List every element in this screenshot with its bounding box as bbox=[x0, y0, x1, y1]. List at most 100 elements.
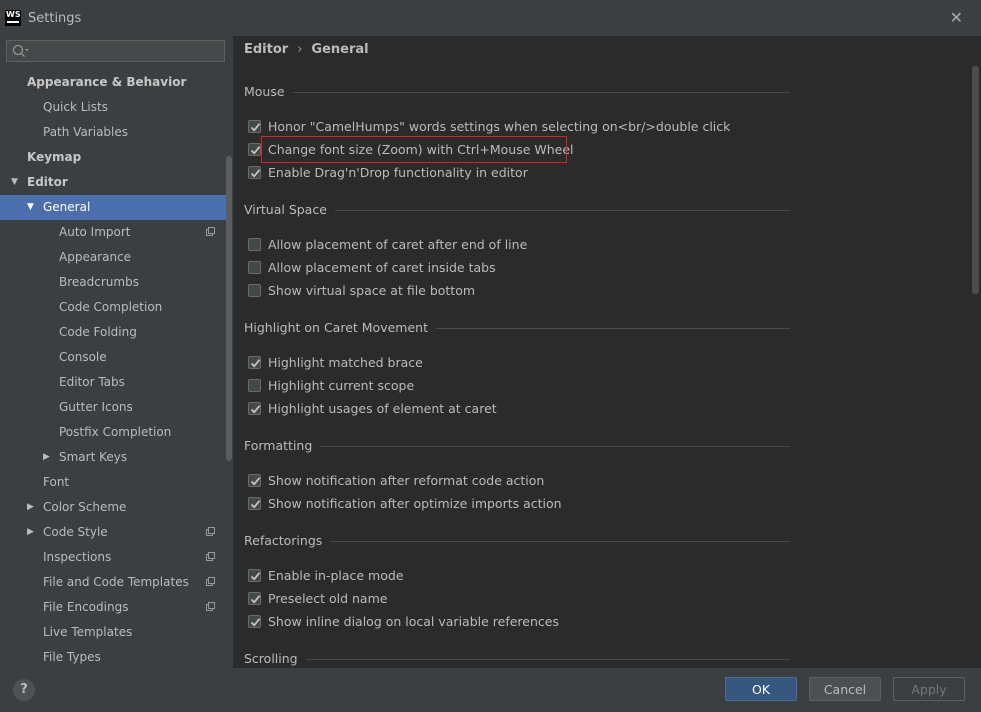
tree-item-appearance-behavior[interactable]: Appearance & Behavior bbox=[0, 70, 225, 95]
tree-item-code-style[interactable]: ▶ Code Style bbox=[0, 520, 225, 545]
section-divider bbox=[330, 541, 790, 542]
checked-checkbox[interactable] bbox=[248, 497, 261, 510]
tree-item-label: Editor Tabs bbox=[59, 375, 125, 389]
tree-item-label: Editor bbox=[27, 175, 68, 189]
option-row[interactable]: Show inline dialog on local variable ref… bbox=[248, 613, 559, 631]
tree-item-console[interactable]: Console bbox=[0, 345, 225, 370]
tree-item-path-variables[interactable]: Path Variables bbox=[0, 120, 225, 145]
tree-item-label: File Types bbox=[43, 650, 101, 664]
section-title: Refactorings bbox=[244, 533, 323, 548]
tree-item-label: Inspections bbox=[43, 550, 112, 564]
search-input[interactable] bbox=[6, 40, 225, 62]
tree-item-label: General bbox=[43, 200, 91, 214]
section-title: Scrolling bbox=[244, 651, 298, 666]
tree-item-auto-import[interactable]: Auto Import bbox=[0, 220, 225, 245]
tree-item-breadcrumbs[interactable]: Breadcrumbs bbox=[0, 270, 225, 295]
apply-button[interactable]: Apply bbox=[893, 677, 965, 701]
tree-item-label: File and Code Templates bbox=[43, 575, 189, 589]
tree-item-label: Keymap bbox=[27, 150, 82, 164]
tree-item-label: Appearance & Behavior bbox=[27, 75, 187, 89]
option-row[interactable]: Preselect old name bbox=[248, 590, 387, 608]
option-label: Show virtual space at file bottom bbox=[268, 283, 476, 298]
window-title: Settings bbox=[28, 11, 82, 26]
option-row[interactable]: Highlight matched brace bbox=[248, 354, 423, 372]
tree-item-code-folding[interactable]: Code Folding bbox=[0, 320, 225, 345]
sidebar-scrollbar[interactable] bbox=[226, 156, 232, 461]
cancel-button[interactable]: Cancel bbox=[809, 677, 881, 701]
checked-checkbox[interactable] bbox=[248, 474, 261, 487]
option-row[interactable]: Honor "CamelHumps" words settings when s… bbox=[248, 118, 730, 136]
tree-item-inspections[interactable]: Inspections bbox=[0, 545, 225, 570]
checkmark-icon bbox=[250, 618, 261, 627]
tree-item-editor[interactable]: ▼ Editor bbox=[0, 170, 225, 195]
tree-item-code-completion[interactable]: Code Completion bbox=[0, 295, 225, 320]
tree-item-label: Smart Keys bbox=[59, 450, 128, 464]
tree-item-file-encodings[interactable]: File Encodings bbox=[0, 595, 225, 620]
tree-item-label: File Encodings bbox=[43, 600, 129, 614]
tree-item-label: Console bbox=[59, 350, 107, 364]
tree-item-file-types[interactable]: File Types bbox=[0, 645, 225, 670]
collapse-arrow-icon[interactable]: ▶ bbox=[27, 495, 34, 520]
tree-item-label: Gutter Icons bbox=[59, 400, 133, 414]
checkmark-icon bbox=[250, 405, 261, 414]
settings-content: Editor › General Mouse Honor "CamelHumps" w… bbox=[233, 36, 981, 668]
ok-button[interactable]: OK bbox=[725, 677, 797, 701]
option-label: Show inline dialog on local variable ref… bbox=[268, 614, 559, 629]
tree-item-label: Quick Lists bbox=[43, 100, 108, 114]
content-scrollbar[interactable] bbox=[972, 66, 979, 294]
tree-item-general[interactable]: ▼ General bbox=[0, 195, 232, 220]
option-row[interactable]: Highlight usages of element at caret bbox=[248, 400, 497, 418]
section-title: Formatting bbox=[244, 438, 313, 453]
close-icon[interactable]: ✕ bbox=[950, 8, 963, 27]
tree-item-keymap[interactable]: Keymap bbox=[0, 145, 225, 170]
expand-arrow-icon[interactable]: ▼ bbox=[11, 170, 18, 195]
option-row[interactable]: Allow placement of caret after end of li… bbox=[248, 236, 527, 254]
tree-item-label: Breadcrumbs bbox=[59, 275, 139, 289]
checked-checkbox[interactable] bbox=[248, 592, 261, 605]
tree-item-live-templates[interactable]: Live Templates bbox=[0, 620, 225, 645]
checked-checkbox[interactable] bbox=[248, 166, 261, 179]
tree-item-color-scheme[interactable]: ▶ Color Scheme bbox=[0, 495, 225, 520]
unchecked-checkbox[interactable] bbox=[248, 238, 261, 251]
settings-sidebar: Appearance & Behavior Quick Lists Path Var… bbox=[0, 36, 233, 668]
checked-checkbox[interactable] bbox=[248, 356, 261, 369]
tree-item-label: Code Folding bbox=[59, 325, 137, 339]
section-title: Mouse bbox=[244, 84, 285, 99]
option-row[interactable]: Highlight current scope bbox=[248, 377, 414, 395]
option-row[interactable]: Enable Drag'n'Drop functionality in edit… bbox=[248, 164, 528, 182]
collapse-arrow-icon[interactable]: ▶ bbox=[43, 445, 50, 470]
section-divider bbox=[292, 92, 790, 93]
checked-checkbox[interactable] bbox=[248, 615, 261, 628]
tree-item-label: Font bbox=[43, 475, 70, 489]
option-label: Highlight usages of element at caret bbox=[268, 401, 497, 416]
tree-item-smart-keys[interactable]: ▶ Smart Keys bbox=[0, 445, 225, 470]
checked-checkbox[interactable] bbox=[248, 569, 261, 582]
tree-item-appearance[interactable]: Appearance bbox=[0, 245, 225, 270]
tree-item-editor-tabs[interactable]: Editor Tabs bbox=[0, 370, 225, 395]
unchecked-checkbox[interactable] bbox=[248, 379, 261, 392]
checked-checkbox[interactable] bbox=[248, 143, 261, 156]
option-row[interactable]: Allow placement of caret inside tabs bbox=[248, 259, 496, 277]
option-row[interactable]: Show virtual space at file bottom bbox=[248, 282, 476, 300]
expand-arrow-icon[interactable]: ▼ bbox=[27, 195, 34, 220]
tree-item-label: Live Templates bbox=[43, 625, 133, 639]
tree-item-font[interactable]: Font bbox=[0, 470, 225, 495]
unchecked-checkbox[interactable] bbox=[248, 284, 261, 297]
tree-item-postfix-completion[interactable]: Postfix Completion bbox=[0, 420, 225, 445]
collapse-arrow-icon[interactable]: ▶ bbox=[27, 520, 34, 545]
option-row[interactable]: Enable in-place mode bbox=[248, 567, 404, 585]
checkmark-icon bbox=[250, 595, 261, 604]
option-label: Show notification after reformat code ac… bbox=[268, 473, 545, 488]
tree-item-quick-lists[interactable]: Quick Lists bbox=[0, 95, 225, 120]
breadcrumb-parent[interactable]: Editor bbox=[244, 42, 288, 57]
option-row[interactable]: Show notification after optimize imports… bbox=[248, 495, 562, 513]
option-row[interactable]: Show notification after reformat code ac… bbox=[248, 472, 545, 490]
checked-checkbox[interactable] bbox=[248, 402, 261, 415]
unchecked-checkbox[interactable] bbox=[248, 261, 261, 274]
checked-checkbox[interactable] bbox=[248, 120, 261, 133]
tree-item-file-code-templates[interactable]: File and Code Templates bbox=[0, 570, 225, 595]
help-icon[interactable]: ? bbox=[13, 679, 35, 701]
option-label: Allow placement of caret inside tabs bbox=[268, 260, 496, 275]
tree-item-label: Code Completion bbox=[59, 300, 163, 314]
tree-item-gutter-icons[interactable]: Gutter Icons bbox=[0, 395, 225, 420]
